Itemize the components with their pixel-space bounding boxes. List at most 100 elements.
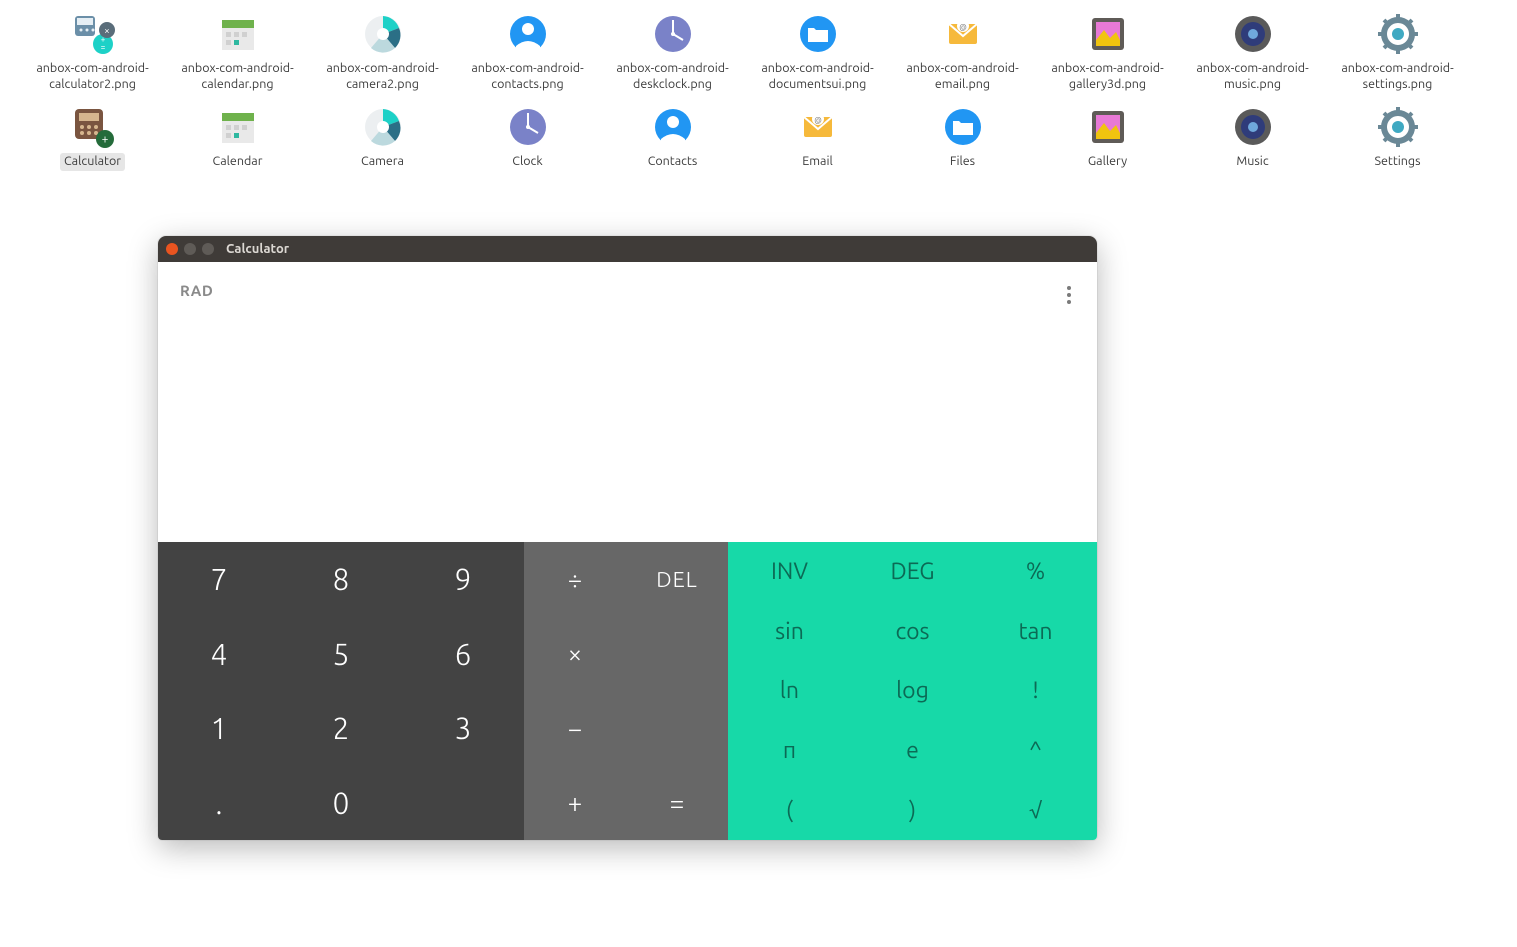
window-close-button[interactable] (166, 243, 178, 255)
key-e[interactable]: e (851, 721, 974, 781)
key-1[interactable]: 1 (158, 691, 280, 766)
window-maximize-button[interactable] (202, 243, 214, 255)
svg-text:×: × (104, 25, 110, 36)
desktop-icon-app[interactable]: Contacts (600, 101, 745, 173)
keypad: 7 8 9 4 5 6 1 2 3 . 0 ÷ DEL × − + = INV … (158, 542, 1097, 840)
calendar-icon (214, 10, 262, 58)
desktop-icon-file[interactable]: anbox-com-android-settings.png (1325, 8, 1470, 95)
desktop-icon-app[interactable]: Clock (455, 101, 600, 173)
key-0[interactable]: 0 (280, 766, 402, 841)
key-log[interactable]: log (851, 661, 974, 721)
desktop-icon-file[interactable]: anbox-com-android-gallery3d.png (1035, 8, 1180, 95)
desktop-icon-file[interactable]: @ anbox-com-android-email.png (890, 8, 1035, 95)
key-empty (626, 691, 728, 766)
key-divide[interactable]: ÷ (524, 542, 626, 617)
svg-text:@: @ (959, 23, 967, 32)
key-2[interactable]: 2 (280, 691, 402, 766)
music-icon (1229, 10, 1277, 58)
desktop-icon-app[interactable]: Camera (310, 101, 455, 173)
key-9[interactable]: 9 (402, 542, 524, 617)
key-deg[interactable]: DEG (851, 542, 974, 602)
key-7[interactable]: 7 (158, 542, 280, 617)
desktop-icon-label: anbox-com-android-email.png (893, 60, 1033, 93)
desktop-icon-app[interactable]: + Calculator (20, 101, 165, 173)
desktop-icon-label: Files (946, 153, 979, 171)
calculator-display: RAD (158, 262, 1097, 542)
key-paren-close[interactable]: ) (851, 780, 974, 840)
gallery-icon (1084, 10, 1132, 58)
desktop-icon-app[interactable]: Files (890, 101, 1035, 173)
desktop-icon-label: anbox-com-android-calculator2.png (23, 60, 163, 93)
key-5[interactable]: 5 (280, 617, 402, 692)
desktop-icon-file[interactable]: anbox-com-android-deskclock.png (600, 8, 745, 95)
email-icon: @ (939, 10, 987, 58)
desktop-icon-label: anbox-com-android-camera2.png (313, 60, 453, 93)
desktop-icon-file[interactable]: anbox-com-android-contacts.png (455, 8, 600, 95)
key-pi[interactable]: π (728, 721, 851, 781)
key-6[interactable]: 6 (402, 617, 524, 692)
svg-text:+: + (101, 133, 108, 146)
desktop-icon-label: Calendar (209, 153, 267, 171)
desktop-icon-file[interactable]: +=× anbox-com-android-calculator2.png (20, 8, 165, 95)
desktop-icon-label: Music (1232, 153, 1272, 171)
key-inv[interactable]: INV (728, 542, 851, 602)
desktop-icon-label: anbox-com-android-calendar.png (168, 60, 308, 93)
operator-pad: ÷ DEL × − + = (524, 542, 728, 840)
window-minimize-button[interactable] (184, 243, 196, 255)
desktop-icon-label: anbox-com-android-contacts.png (458, 60, 598, 93)
key-paren-open[interactable]: ( (728, 780, 851, 840)
desktop-icon-label: anbox-com-android-documentsui.png (748, 60, 888, 93)
desktop-icon-label: Calculator (60, 153, 125, 171)
advanced-pad: INV DEG % sin cos tan ln log ! π e ^ ( )… (728, 542, 1097, 840)
desktop: + = × anbox-com-android-calculator2.png an… (0, 0, 1517, 181)
more-menu-icon[interactable] (1061, 280, 1077, 310)
desktop-icon-label: anbox-com-android-deskclock.png (603, 60, 743, 93)
key-percent[interactable]: % (974, 542, 1097, 602)
desktop-icon-file[interactable]: anbox-com-android-calendar.png (165, 8, 310, 95)
key-cos[interactable]: cos (851, 602, 974, 662)
key-empty (402, 766, 524, 841)
desktop-icon-file[interactable]: anbox-com-android-music.png (1180, 8, 1325, 95)
key-sqrt[interactable]: √ (974, 780, 1097, 840)
desktop-icon-label: Gallery (1084, 153, 1131, 171)
key-8[interactable]: 8 (280, 542, 402, 617)
key-empty (626, 617, 728, 692)
key-decimal[interactable]: . (158, 766, 280, 841)
calculator-app-icon: + (69, 103, 117, 151)
key-equals[interactable]: = (626, 766, 728, 841)
desktop-icon-app[interactable]: @ Email (745, 101, 890, 173)
window-title: Calculator (226, 242, 289, 256)
desktop-icon-file[interactable]: anbox-com-android-documentsui.png (745, 8, 890, 95)
desktop-icon-app[interactable]: Gallery (1035, 101, 1180, 173)
desktop-icon-app[interactable]: Settings (1325, 101, 1470, 173)
key-4[interactable]: 4 (158, 617, 280, 692)
key-power[interactable]: ^ (974, 721, 1097, 781)
camera-icon (359, 10, 407, 58)
key-multiply[interactable]: × (524, 617, 626, 692)
music-app-icon (1229, 103, 1277, 151)
settings-app-icon (1374, 103, 1422, 151)
desktop-icon-file[interactable]: anbox-com-android-camera2.png (310, 8, 455, 95)
desktop-icon-label: Email (798, 153, 837, 171)
calendar-app-icon (214, 103, 262, 151)
email-app-icon: @ (794, 103, 842, 151)
key-tan[interactable]: tan (974, 602, 1097, 662)
key-3[interactable]: 3 (402, 691, 524, 766)
files-icon (794, 10, 842, 58)
key-add[interactable]: + (524, 766, 626, 841)
svg-text:=: = (100, 43, 105, 52)
camera-app-icon (359, 103, 407, 151)
contacts-app-icon (649, 103, 697, 151)
key-sin[interactable]: sin (728, 602, 851, 662)
desktop-icon-label: Clock (508, 153, 546, 171)
angle-mode-label[interactable]: RAD (180, 282, 213, 299)
key-subtract[interactable]: − (524, 691, 626, 766)
desktop-icon-app[interactable]: Music (1180, 101, 1325, 173)
key-ln[interactable]: ln (728, 661, 851, 721)
desktop-icon-app[interactable]: Calendar (165, 101, 310, 173)
key-factorial[interactable]: ! (974, 661, 1097, 721)
desktop-icon-label: anbox-com-android-music.png (1183, 60, 1323, 93)
titlebar[interactable]: Calculator (158, 236, 1097, 262)
svg-text:@: @ (814, 116, 822, 125)
key-delete[interactable]: DEL (626, 542, 728, 617)
